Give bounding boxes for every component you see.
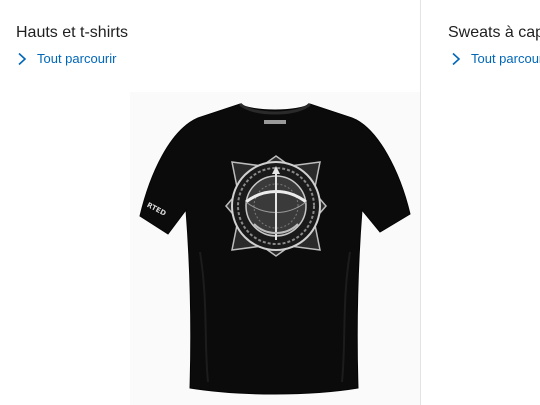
category-card-tops[interactable]: Hauts et t-shirts Tout parcourir RTED	[0, 0, 420, 405]
bow-and-arrow-emblem	[225, 155, 327, 257]
category-title: Hauts et t-shirts	[16, 24, 129, 41]
category-title: Sweats à cap	[448, 24, 540, 41]
chevron-right-icon	[452, 52, 461, 65]
browse-all-link[interactable]: Tout parcour	[451, 51, 540, 66]
category-card-hoodies[interactable]: Sweats à cap Tout parcour	[421, 0, 540, 405]
product-category-strip: Hauts et t-shirts Tout parcourir RTED Sw…	[0, 0, 540, 405]
tshirt-image: RTED	[139, 102, 411, 395]
chevron-right-icon	[18, 52, 27, 65]
browse-all-link[interactable]: Tout parcourir	[17, 51, 116, 66]
browse-all-label: Tout parcour	[471, 51, 540, 66]
browse-all-label: Tout parcourir	[37, 51, 117, 66]
tshirt-product-image[interactable]: RTED	[130, 92, 420, 405]
neck-label	[264, 120, 286, 124]
